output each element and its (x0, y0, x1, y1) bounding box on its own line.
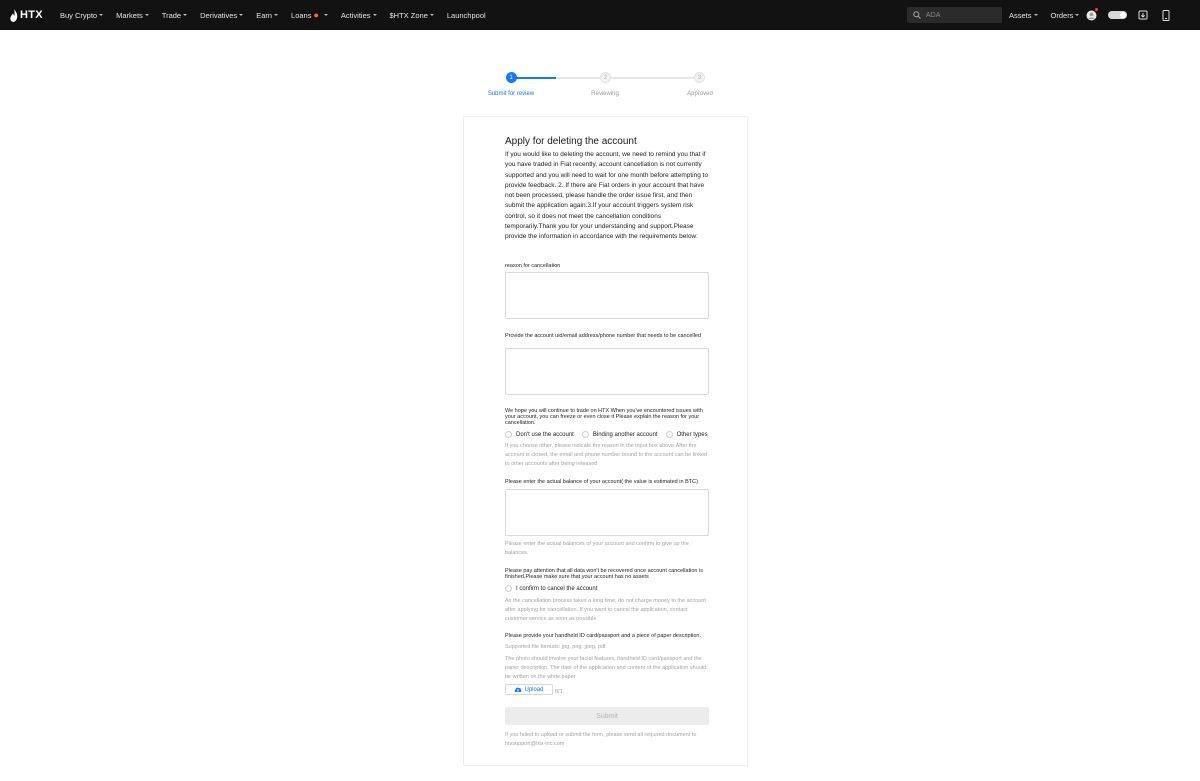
chevron-down-icon (183, 14, 188, 16)
fire-icon: ● (313, 10, 319, 20)
step-3-label: Approved (687, 91, 713, 97)
nav-trade[interactable]: Trade (161, 10, 188, 20)
radio-icon (665, 431, 673, 438)
theme-toggle[interactable] (1108, 11, 1127, 19)
avatar-icon (1086, 10, 1096, 20)
confirm-label: I confirm to cancel the account (516, 585, 598, 592)
formats-hint: Supported file formats: jpg, png, jpeg, … (505, 644, 606, 650)
option-label: Don't use the account (516, 431, 574, 438)
step-1-label: Submit for review (487, 91, 535, 97)
reason-options: Don't use the account Binding another ac… (505, 431, 716, 438)
nav-markets[interactable]: Markets (116, 11, 149, 20)
nav-label: $HTX Zone (389, 10, 428, 20)
mobile-phone-icon (1162, 9, 1170, 21)
nav-loans[interactable]: Loans ● (291, 10, 328, 20)
option-label: Other types (676, 431, 708, 438)
nav-launchpool[interactable]: Launchpool (447, 11, 486, 20)
upload-count: 0/1 (555, 689, 563, 695)
chevron-down-icon (99, 14, 104, 16)
htx-logo[interactable]: HTX (10, 8, 43, 22)
nav-label: Derivatives (200, 10, 238, 20)
options-hint: If you choose other, please indicate the… (505, 443, 708, 467)
chevron-down-icon (239, 14, 244, 16)
reason-textarea[interactable] (505, 272, 709, 319)
step-connector (611, 77, 694, 79)
confirm-checkbox[interactable]: I confirm to cancel the account (505, 585, 597, 592)
progress-steps: 1 2 3 Submit for review Reviewing Approv… (480, 72, 720, 102)
hope-label: We hope you will continue to trade on HT… (505, 408, 703, 426)
chevron-down-icon (274, 14, 279, 16)
balance-hint: Please enter the actual balances of your… (505, 541, 689, 556)
nav-label: Loans (291, 10, 312, 20)
nav-derivatives[interactable]: Derivatives (200, 10, 244, 20)
chevron-down-icon (1033, 14, 1038, 16)
right-nav: Assets Orders (1009, 0, 1092, 30)
nav-label: Buy Crypto (60, 10, 98, 20)
chevron-down-icon (323, 14, 328, 16)
confirm-hint: As the cancellation process takes a long… (505, 598, 706, 622)
nav-label: Trade (161, 10, 182, 20)
step-connector-active (516, 77, 556, 79)
footer-hint: If you failed to upload or submit the fo… (505, 732, 697, 747)
account-textarea[interactable] (505, 348, 709, 395)
nav-activities[interactable]: Activities (341, 11, 377, 20)
account-label: Provide the account uid/email address/ph… (505, 333, 701, 339)
balance-textarea[interactable] (505, 489, 709, 536)
option-other-types[interactable]: Other types (665, 431, 708, 438)
photo-hint: The photo should involve your facial fea… (505, 656, 707, 680)
chevron-down-icon (429, 14, 434, 16)
cloud-upload-icon (515, 687, 522, 692)
logo-text: HTX (20, 9, 43, 21)
mobile-app-button[interactable] (1160, 9, 1172, 21)
option-binding-another[interactable]: Binding another account (581, 431, 658, 438)
upload-label: Upload (524, 686, 544, 693)
step-3-circle: 3 (694, 72, 705, 83)
reason-label: reason for cancellation (505, 263, 561, 269)
notification-dot (1095, 8, 1098, 11)
search-icon (913, 11, 921, 19)
user-avatar-button[interactable] (1085, 8, 1098, 21)
step-connector (556, 77, 600, 79)
step-2-circle: 2 (600, 72, 611, 83)
nav-assets[interactable]: Assets (1009, 11, 1038, 20)
nav-label: Earn (256, 10, 273, 20)
radio-icon (505, 585, 512, 592)
id-label: Please provide your handheld ID card/pas… (505, 633, 701, 639)
chevron-down-icon (1075, 14, 1080, 16)
nav-htx-zone[interactable]: $HTX Zone (390, 11, 434, 20)
form-intro: If you would like to deleting the accoun… (505, 151, 709, 241)
nav-orders[interactable]: Orders (1051, 11, 1080, 20)
form-title: Apply for deleting the account (505, 136, 637, 147)
download-icon (1138, 10, 1148, 20)
step-2-label: Reviewing (591, 91, 619, 97)
option-dont-use[interactable]: Don't use the account (505, 431, 574, 438)
top-navigation-bar: HTX Buy Crypto Markets Trade Derivatives… (0, 0, 1200, 30)
radio-icon (505, 431, 512, 438)
radio-icon (581, 431, 589, 438)
attention-label: Please pay attention that all data won't… (505, 568, 703, 580)
upload-button[interactable]: Upload (505, 684, 553, 695)
nav-label: Orders (1050, 10, 1074, 20)
nav-label: Assets (1009, 10, 1032, 20)
nav-label: Launchpool (446, 10, 486, 20)
chevron-down-icon (372, 14, 377, 16)
balance-label: Please enter the actual balance of your … (505, 479, 698, 485)
main-nav: Buy Crypto Markets Trade Derivatives Ear… (60, 0, 499, 30)
submit-button[interactable]: Submit (505, 707, 709, 725)
option-label: Binding another account (592, 431, 658, 438)
nav-earn[interactable]: Earn (256, 10, 279, 20)
flame-logo-icon (10, 8, 18, 22)
confirm-option[interactable]: I confirm to cancel the account (505, 585, 605, 592)
search-box[interactable] (907, 7, 1002, 23)
nav-buy-crypto[interactable]: Buy Crypto (60, 10, 104, 20)
delete-account-form: Apply for deleting the account If you wo… (463, 116, 748, 766)
nav-label: Activities (340, 10, 371, 20)
nav-label: Markets (116, 10, 143, 20)
search-input[interactable] (926, 11, 996, 19)
step-1-circle: 1 (505, 72, 517, 83)
chevron-down-icon (144, 14, 149, 16)
download-button[interactable] (1137, 9, 1149, 21)
